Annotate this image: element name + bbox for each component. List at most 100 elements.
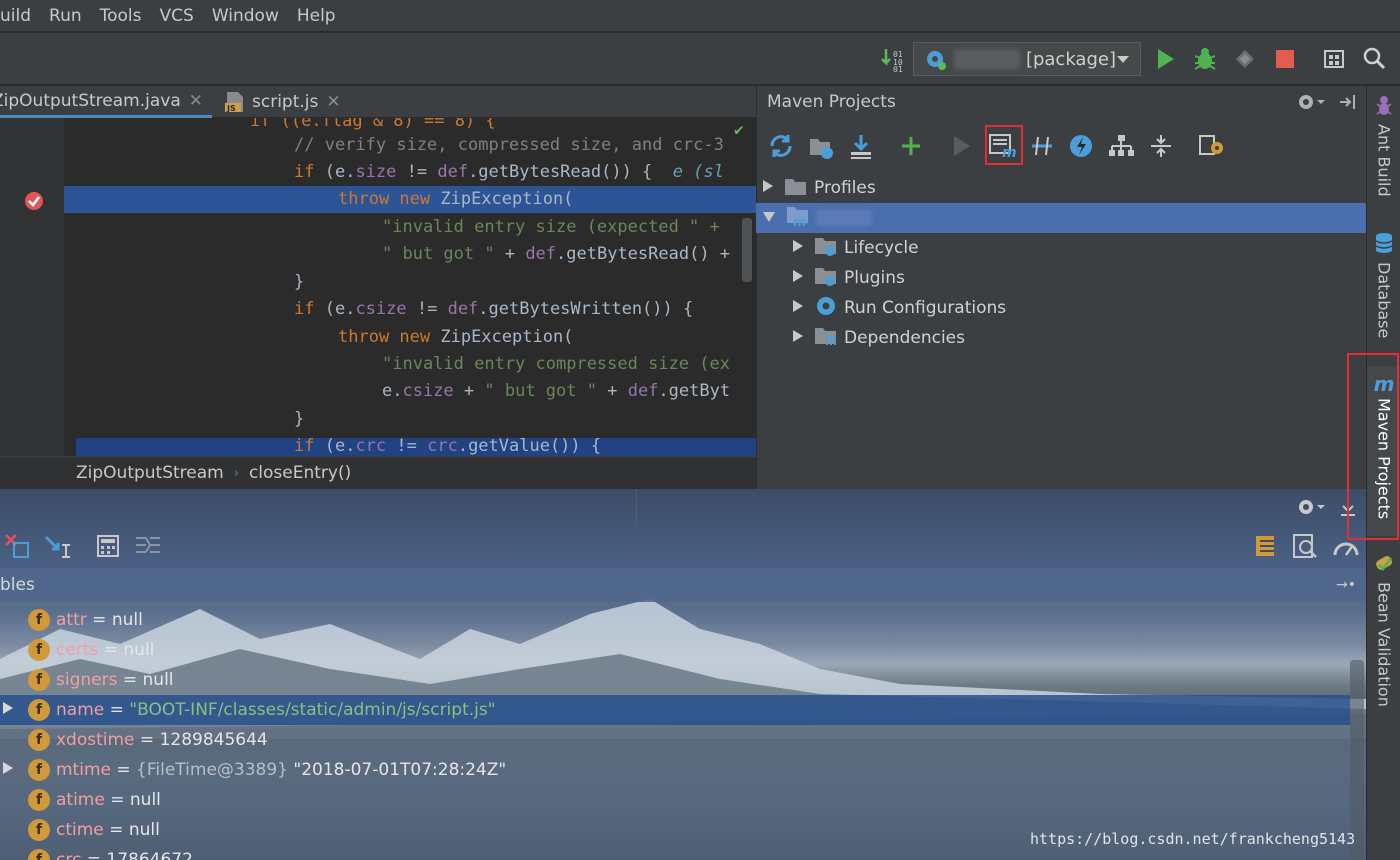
variable-row[interactable]: f signers = null: [0, 665, 1350, 695]
tab-database[interactable]: Database: [1367, 232, 1400, 338]
maven-settings-icon[interactable]: [1198, 133, 1226, 163]
collapse-all-icon[interactable]: [1148, 133, 1174, 163]
tree-item-plugins[interactable]: Plugins: [792, 263, 905, 293]
tab-label: Ant Build: [1374, 124, 1394, 197]
lifecycle-folder-icon: [814, 235, 838, 262]
evaluate-expression-icon[interactable]: [96, 533, 122, 563]
reimport-icon[interactable]: [768, 133, 794, 163]
run-to-cursor-icon[interactable]: [44, 533, 72, 565]
variable-equals: =: [110, 760, 137, 780]
breadcrumb-method[interactable]: closeEntry(): [249, 463, 351, 483]
tree-item-lifecycle[interactable]: Lifecycle: [792, 233, 919, 263]
expand-arrow-icon[interactable]: [762, 178, 774, 198]
menu-run[interactable]: Run: [40, 6, 91, 26]
hide-panel-icon[interactable]: [1338, 92, 1358, 116]
expand-arrow-icon[interactable]: [792, 328, 804, 348]
menu-window[interactable]: Window: [203, 6, 288, 26]
code-string: " but got ": [382, 244, 495, 264]
variable-equals: =: [103, 820, 129, 840]
settings-gear-icon[interactable]: [1296, 92, 1326, 116]
tab-label: ZipOutputStream.java: [0, 90, 181, 111]
collapse-arrow-icon[interactable]: [762, 208, 776, 228]
highlight-box-maven-tab: [1347, 353, 1399, 540]
stop-icon[interactable]: [1272, 46, 1298, 72]
code-text: if ((e.flag & 8) == 8) {: [250, 118, 496, 131]
highlight-box-execute-goal: [985, 125, 1023, 165]
variable-row[interactable]: f attr = null: [0, 605, 1350, 635]
menu-vcs[interactable]: VCS: [151, 6, 203, 26]
expand-arrow-icon[interactable]: [792, 238, 804, 258]
code-field: size: [355, 162, 397, 182]
search-icon[interactable]: [1362, 46, 1388, 72]
menu-help[interactable]: Help: [288, 6, 345, 26]
expand-arrow-icon[interactable]: [2, 700, 14, 720]
tab-ant-build[interactable]: Ant Build: [1367, 94, 1400, 197]
expand-arrow-icon[interactable]: [2, 760, 14, 780]
mute-breakpoints-icon[interactable]: [4, 533, 32, 565]
code-keyword: if: [294, 162, 315, 182]
field-icon: f: [28, 609, 50, 631]
gear-icon: [814, 295, 838, 322]
show-dependencies-icon[interactable]: [1108, 133, 1136, 163]
project-structure-icon[interactable]: [1322, 46, 1348, 72]
sort-binary-icon[interactable]: 01 10 01: [880, 46, 906, 74]
code-text: +: [596, 381, 628, 401]
menu-tools[interactable]: Tools: [91, 6, 151, 26]
editor-scrollbar[interactable]: [742, 218, 752, 282]
generate-sources-icon[interactable]: [808, 133, 836, 165]
expand-arrow-icon[interactable]: [792, 268, 804, 288]
expand-arrow-icon[interactable]: [792, 298, 804, 318]
variable-row[interactable]: f atime = null: [0, 785, 1350, 815]
skip-tests-icon[interactable]: [1068, 133, 1094, 163]
close-icon[interactable]: ✕: [326, 92, 340, 112]
code-keyword: if: [294, 436, 315, 456]
toggle-offline-icon[interactable]: [1028, 133, 1056, 163]
code-comment: // verify size, compressed size, and crc…: [294, 135, 724, 155]
code-text: .getBytesRead() +: [556, 244, 731, 264]
code-keyword: if: [294, 299, 315, 319]
variable-row[interactable]: f certs = null: [0, 635, 1350, 665]
tab-bean-validation[interactable]: Bean Validation: [1367, 552, 1400, 707]
variable-name: ctime: [56, 820, 104, 840]
download-sources-icon[interactable]: [848, 133, 876, 165]
code-string: " but got ": [484, 381, 597, 401]
svg-text:m: m: [793, 215, 807, 228]
tree-item-project-root[interactable]: m: [762, 203, 872, 233]
restore-layout-icon[interactable]: →•: [1336, 577, 1356, 593]
code-editor[interactable]: ✔ if ((e.flag & 8) == 8) { // verify siz…: [0, 118, 756, 456]
run-icon[interactable]: [1152, 46, 1178, 72]
ant-icon: [1374, 94, 1394, 120]
code-line: }: [64, 406, 756, 433]
run-maven-build-icon[interactable]: [948, 133, 974, 163]
tree-item-label: Profiles: [814, 178, 876, 198]
breakpoint-icon[interactable]: [24, 191, 44, 211]
variable-row-selected[interactable]: f name = "BOOT-INF/classes/static/admin/…: [0, 695, 1350, 725]
run-configuration-select[interactable]: [package]: [913, 42, 1141, 76]
menu-build[interactable]: uild: [0, 6, 40, 26]
debug-icon[interactable]: [1192, 46, 1218, 72]
code-text: +: [494, 244, 526, 264]
chevron-down-icon: [1116, 49, 1130, 70]
variable-equals: =: [117, 670, 143, 690]
trace-current-stream-icon[interactable]: [134, 533, 162, 563]
settings-gear-icon[interactable]: [1296, 497, 1326, 521]
tree-item-run-configurations[interactable]: Run Configurations: [792, 293, 1006, 323]
variable-row[interactable]: f xdostime = 1289845644: [0, 725, 1350, 755]
breadcrumb: ZipOutputStream › closeEntry(): [0, 456, 756, 489]
breadcrumb-class[interactable]: ZipOutputStream: [76, 463, 224, 483]
coverage-icon[interactable]: [1232, 46, 1258, 72]
variable-value: 17864672: [106, 850, 193, 860]
tree-item-label: Plugins: [844, 268, 905, 288]
variable-row[interactable]: f mtime = {FileTime@3389} "2018-07-01T07…: [0, 755, 1350, 785]
close-icon[interactable]: ✕: [189, 91, 203, 111]
add-maven-project-icon[interactable]: [898, 133, 924, 163]
code-keyword: throw new: [338, 327, 431, 347]
tab-script-js[interactable]: JS script.js ✕: [224, 86, 354, 118]
threads-view-icon[interactable]: [1292, 533, 1318, 563]
code-text: e.: [382, 381, 403, 401]
tree-item-dependencies[interactable]: Dependencies: [792, 323, 965, 353]
tree-item-profiles[interactable]: Profiles: [762, 173, 876, 203]
svg-text:01: 01: [893, 65, 903, 72]
memory-view-icon[interactable]: [1254, 533, 1280, 563]
tab-zipoutputstream[interactable]: ZipOutputStream.java ✕: [0, 86, 212, 118]
